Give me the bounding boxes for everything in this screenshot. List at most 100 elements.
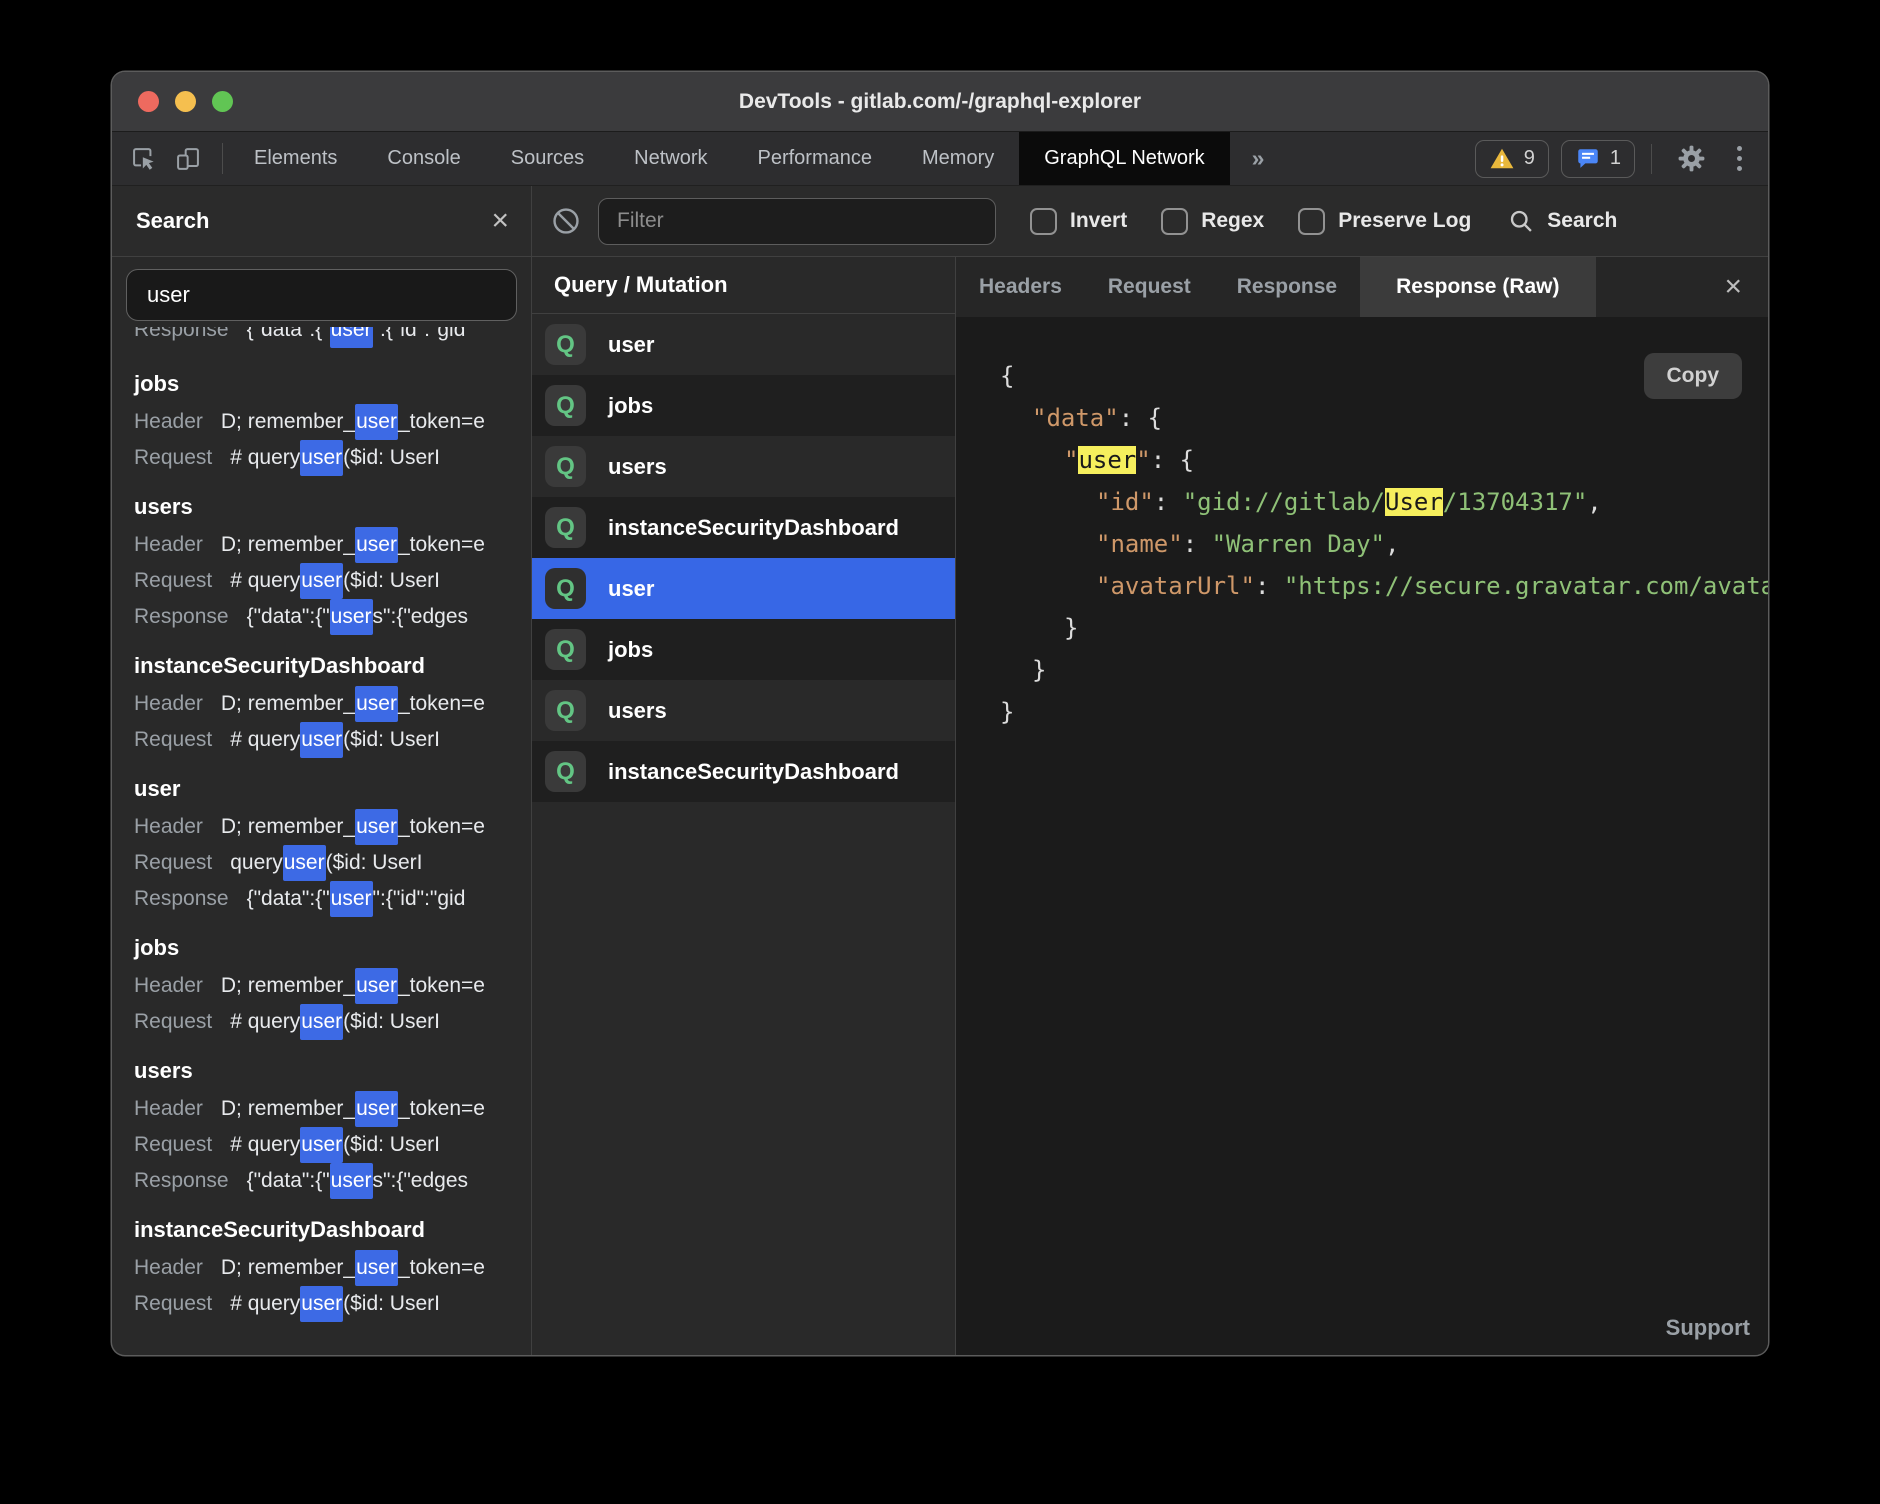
result-line-response[interactable]: Response{"data":{"users":{"edges — [134, 599, 531, 635]
warning-icon — [1489, 146, 1515, 172]
device-toolbar-icon[interactable] — [174, 145, 202, 173]
detail-tab-response-raw[interactable]: Response (Raw) — [1360, 257, 1595, 317]
result-section-title[interactable]: jobs — [134, 364, 531, 404]
json-token: } — [1064, 614, 1078, 642]
close-window-button[interactable] — [138, 91, 159, 112]
query-row-instancesecuritydashboard[interactable]: QinstanceSecurityDashboard — [532, 741, 955, 802]
devtools-tab-graphql-network[interactable]: GraphQL Network — [1019, 132, 1229, 185]
query-row-user[interactable]: Quser — [532, 558, 955, 619]
result-section-title[interactable]: users — [134, 1051, 531, 1091]
result-line-header[interactable]: HeaderD; remember_user_token=e — [134, 1250, 531, 1286]
json-token: , — [1587, 488, 1601, 516]
checkbox-group-invert[interactable]: Invert — [1030, 208, 1127, 235]
result-line-header[interactable]: HeaderD; remember_user_token=e — [134, 527, 531, 563]
result-text: ($id: UserI — [343, 1004, 440, 1040]
warnings-badge[interactable]: 9 — [1475, 140, 1549, 178]
checkbox-preserve-log[interactable] — [1298, 208, 1325, 235]
query-row-instancesecuritydashboard[interactable]: QinstanceSecurityDashboard — [532, 497, 955, 558]
query-row-users[interactable]: Qusers — [532, 680, 955, 741]
result-text: # query — [230, 1286, 300, 1322]
result-line-response[interactable]: Response{"data":{"user":{"id":"gid — [134, 327, 531, 348]
detail-tab-response[interactable]: Response — [1214, 257, 1360, 317]
devtools-tab-performance[interactable]: Performance — [733, 132, 898, 185]
filter-input[interactable] — [598, 198, 996, 245]
minimize-window-button[interactable] — [175, 91, 196, 112]
json-line: "avatarUrl": "https://secure.gravatar.co… — [1000, 565, 1768, 607]
menu-button[interactable] — [1727, 146, 1752, 171]
search-panel-close-icon[interactable]: × — [491, 206, 509, 236]
result-line-request[interactable]: Request# query user ($id: UserI — [134, 563, 531, 599]
query-row-users[interactable]: Qusers — [532, 436, 955, 497]
settings-button[interactable] — [1668, 143, 1715, 174]
search-toggle[interactable]: Search — [1507, 207, 1617, 235]
devtools-tab-console[interactable]: Console — [362, 132, 485, 185]
search-input[interactable] — [126, 269, 517, 321]
json-token: : — [1183, 530, 1212, 558]
badge-divider — [1651, 144, 1652, 174]
result-line-response[interactable]: Response{"data":{"users":{"edges — [134, 1163, 531, 1199]
detail-tab-request[interactable]: Request — [1085, 257, 1214, 317]
devtools-tab-elements[interactable]: Elements — [229, 132, 362, 185]
detail-close-icon[interactable]: × — [1698, 257, 1768, 317]
result-line-header[interactable]: HeaderD; remember_user_token=e — [134, 404, 531, 440]
query-row-jobs[interactable]: Qjobs — [532, 619, 955, 680]
query-type-icon: Q — [545, 690, 586, 731]
query-row-user[interactable]: Quser — [532, 314, 955, 375]
json-token: "data" — [1032, 404, 1119, 432]
checkbox-group-preserve-log[interactable]: Preserve Log — [1298, 208, 1471, 235]
result-text: _token=e — [398, 968, 485, 1004]
result-section-title[interactable]: instanceSecurityDashboard — [134, 1210, 531, 1250]
support-link[interactable]: Support — [1666, 1315, 1750, 1341]
query-type-icon: Q — [545, 507, 586, 548]
result-section-jobs: jobsHeaderD; remember_user_token=eReques… — [134, 364, 531, 476]
json-token: "https://secure.gravatar.com/avatar — [1284, 572, 1768, 600]
result-text: _token=e — [398, 404, 485, 440]
result-text: ($id: UserI — [343, 722, 440, 758]
result-section-title[interactable]: instanceSecurityDashboard — [134, 646, 531, 686]
query-row-label: user — [608, 576, 654, 602]
result-line-response[interactable]: Response{"data":{"user":{"id":"gid — [134, 881, 531, 917]
clipped-result-line[interactable]: Response{"data":{"user":{"id":"gid — [134, 327, 531, 353]
inspect-element-icon[interactable] — [130, 145, 158, 173]
result-section-title[interactable]: jobs — [134, 928, 531, 968]
titlebar[interactable]: DevTools - gitlab.com/-/graphql-explorer — [112, 72, 1768, 132]
query-row-jobs[interactable]: Qjobs — [532, 375, 955, 436]
zoom-window-button[interactable] — [212, 91, 233, 112]
devtools-tab-sources[interactable]: Sources — [486, 132, 609, 185]
result-line-header[interactable]: HeaderD; remember_user_token=e — [134, 686, 531, 722]
checkbox-invert[interactable] — [1030, 208, 1057, 235]
result-line-request[interactable]: Request# query user ($id: UserI — [134, 1286, 531, 1322]
result-text: D; remember_ — [221, 1250, 355, 1286]
json-token: : — [1154, 488, 1183, 516]
json-line: } — [1000, 649, 1768, 691]
result-text: _token=e — [398, 686, 485, 722]
result-line-header[interactable]: HeaderD; remember_user_token=e — [134, 968, 531, 1004]
json-token: : { — [1151, 446, 1194, 474]
result-line-header[interactable]: HeaderD; remember_user_token=e — [134, 809, 531, 845]
result-line-request[interactable]: Request# query user ($id: UserI — [134, 1127, 531, 1163]
result-line-request[interactable]: Request# query user ($id: UserI — [134, 1004, 531, 1040]
result-line-request[interactable]: Request# query user ($id: UserI — [134, 440, 531, 476]
json-line: } — [1000, 691, 1768, 733]
result-line-request[interactable]: Requestquery user ($id: UserI — [134, 845, 531, 881]
clear-icon[interactable] — [550, 205, 582, 237]
detail-panel: HeadersRequestResponseResponse (Raw) × C… — [956, 257, 1768, 1355]
result-line-label: Response — [134, 881, 229, 917]
query-type-icon: Q — [545, 446, 586, 487]
issues-badge[interactable]: 1 — [1561, 140, 1635, 178]
checkbox-regex[interactable] — [1161, 208, 1188, 235]
search-match-highlight: user — [1078, 446, 1136, 474]
devtools-tab-network[interactable]: Network — [609, 132, 732, 185]
result-section-title[interactable]: users — [134, 487, 531, 527]
copy-button[interactable]: Copy — [1644, 353, 1743, 399]
detail-tab-headers[interactable]: Headers — [956, 257, 1085, 317]
result-line-header[interactable]: HeaderD; remember_user_token=e — [134, 1091, 531, 1127]
result-text: D; remember_ — [221, 527, 355, 563]
result-section-title[interactable]: user — [134, 769, 531, 809]
checkbox-group-regex[interactable]: Regex — [1161, 208, 1264, 235]
result-text: D; remember_ — [221, 686, 355, 722]
result-section-user: userHeaderD; remember_user_token=eReques… — [134, 769, 531, 917]
more-tabs-button[interactable]: » — [1230, 132, 1287, 185]
devtools-tab-memory[interactable]: Memory — [897, 132, 1019, 185]
result-line-request[interactable]: Request# query user ($id: UserI — [134, 722, 531, 758]
